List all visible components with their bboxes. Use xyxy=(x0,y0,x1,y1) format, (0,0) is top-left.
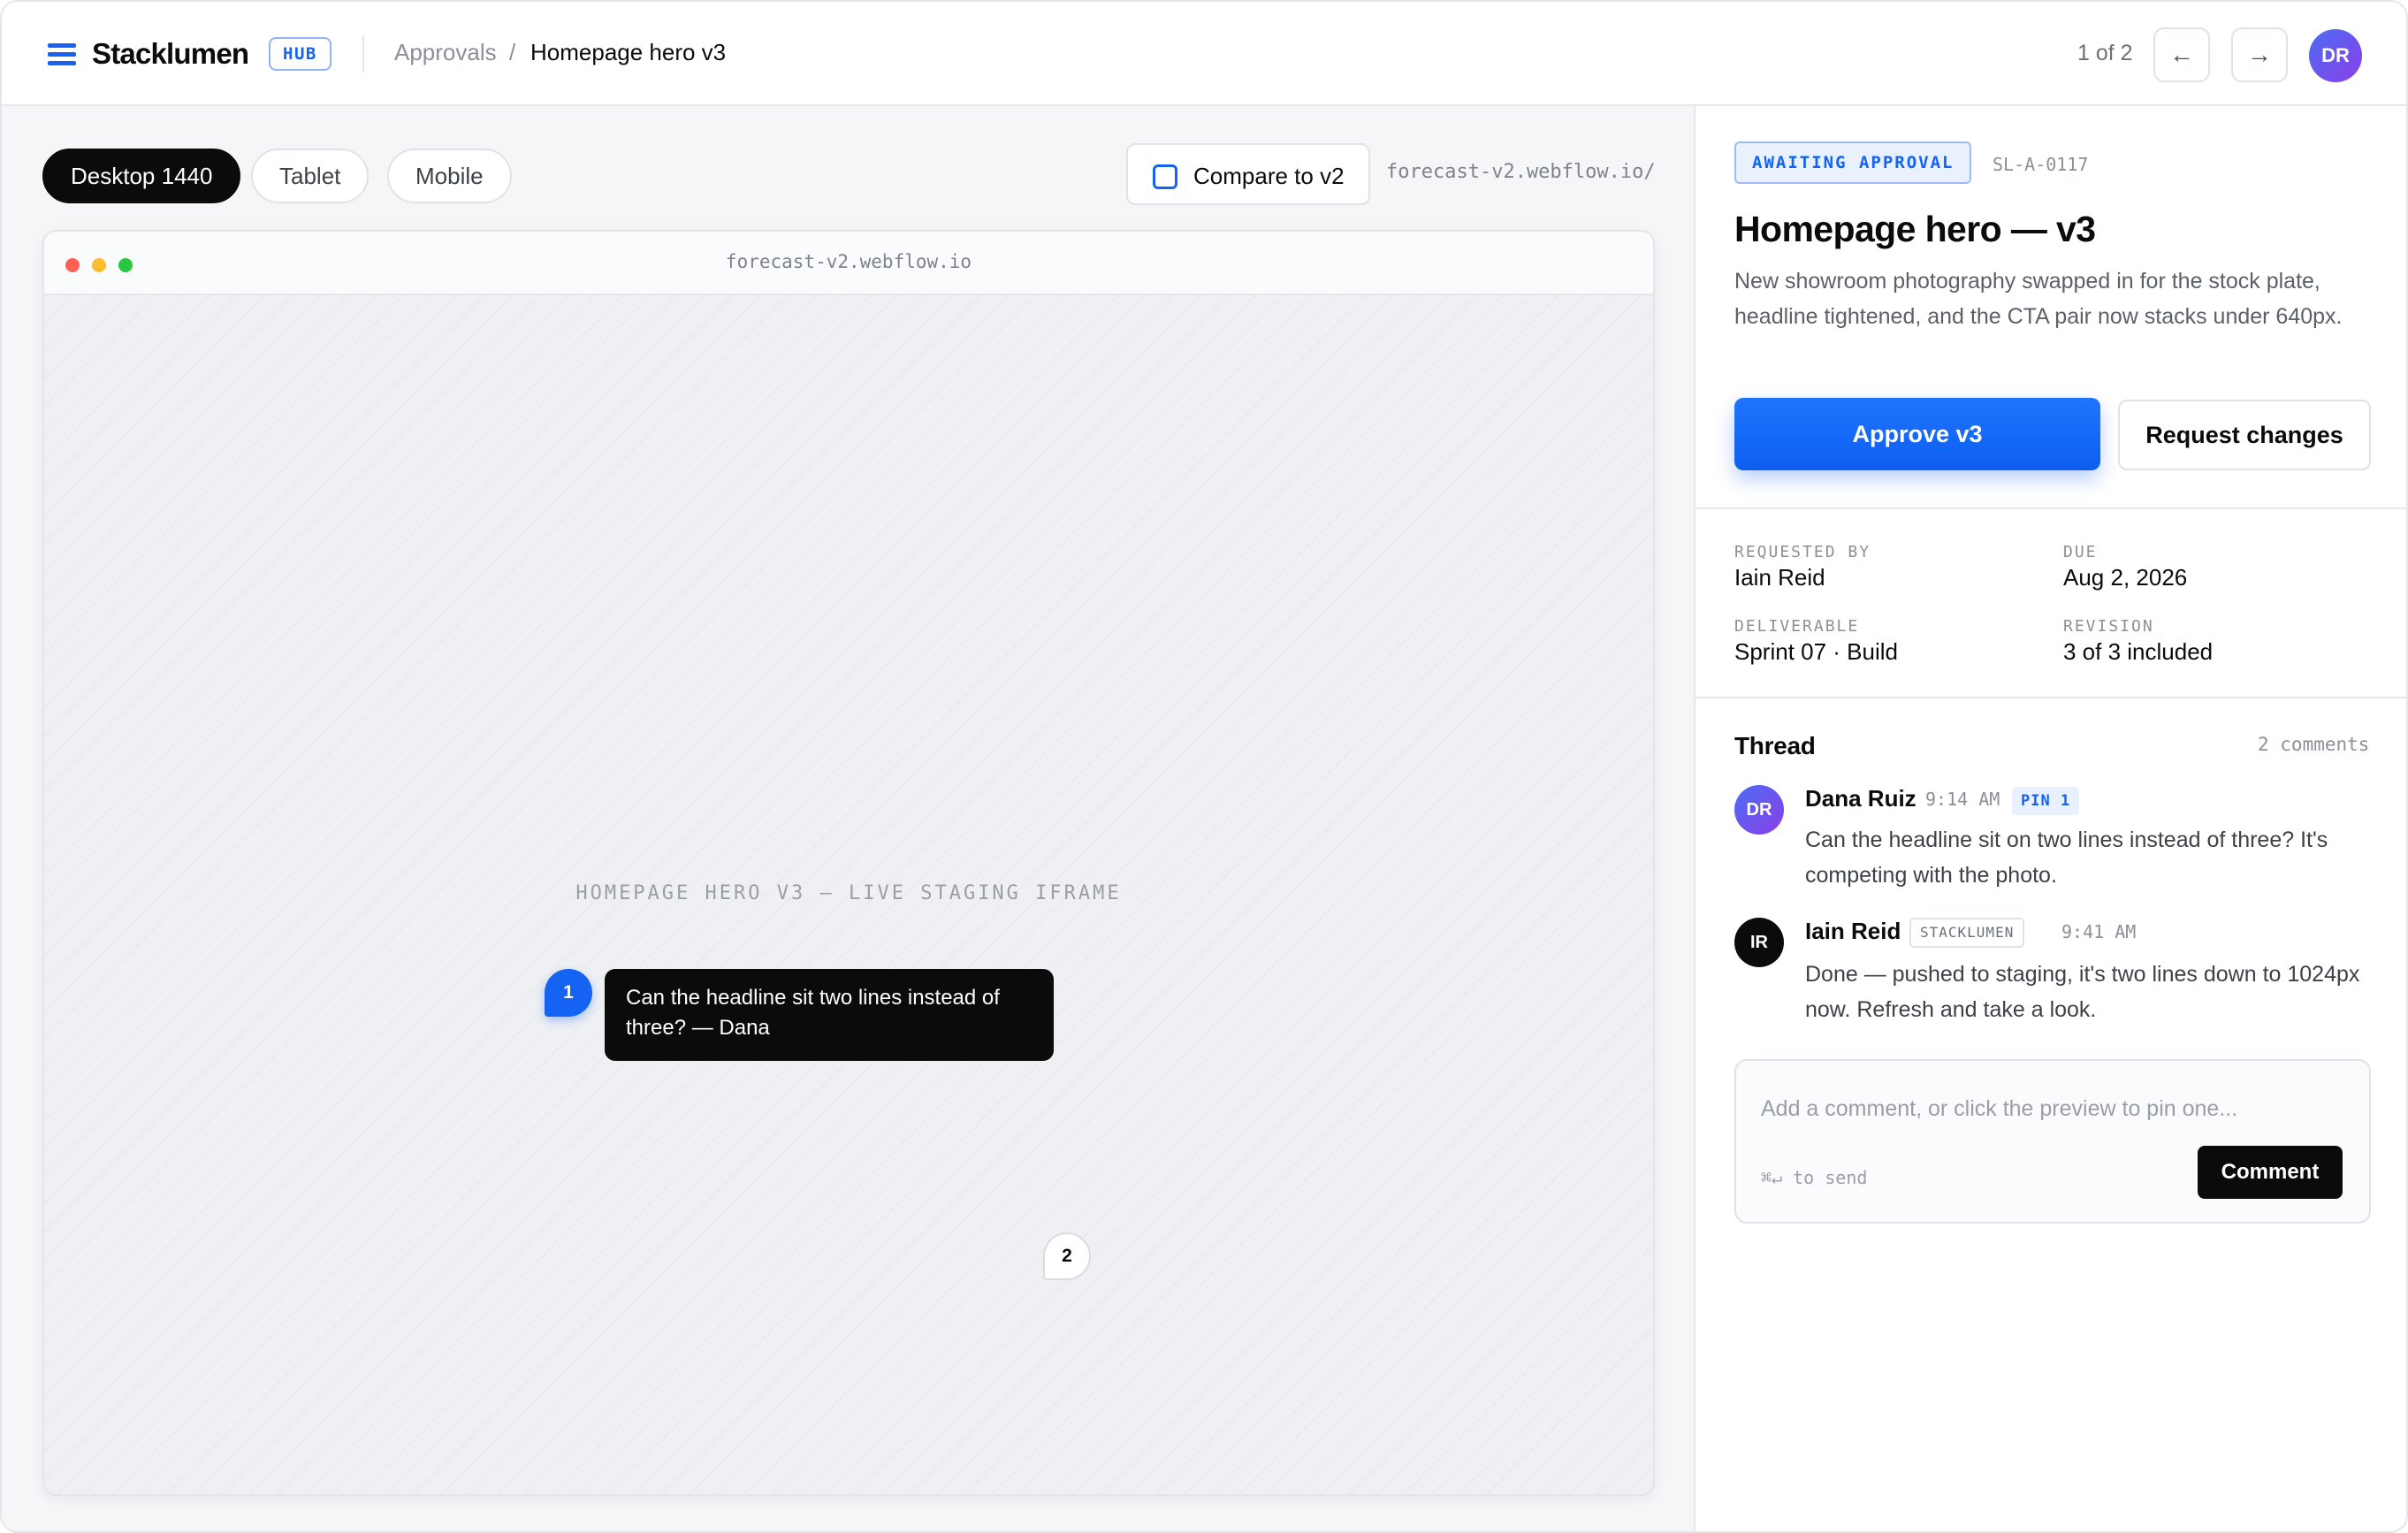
app-window: Stacklumen HUB Approvals / Homepage hero… xyxy=(0,0,2408,1533)
approve-button[interactable]: Approve v3 xyxy=(1734,398,2100,470)
compare-label: Compare to v2 xyxy=(1193,163,1345,189)
preview-url[interactable]: forecast-v2.webflow.io/ xyxy=(1386,161,1656,183)
preview-pane: Desktop 1440 Tablet Mobile Compare to v2… xyxy=(2,106,1694,1531)
status-badge: AWAITING APPROVAL xyxy=(1734,141,1972,184)
approval-title: Homepage hero — v3 xyxy=(1734,209,2096,249)
approval-description: New showroom photography swapped in for … xyxy=(1734,269,2343,329)
pin-tooltip: Can the headline sit two lines instead o… xyxy=(605,969,1054,1061)
request-changes-button[interactable]: Request changes xyxy=(2118,400,2371,470)
comment-button[interactable]: Comment xyxy=(2198,1146,2343,1199)
comment-pin-2[interactable]: 2 xyxy=(1043,1232,1091,1280)
breadcrumb-approvals[interactable]: Approvals xyxy=(394,39,497,66)
comment-count: 2 comments xyxy=(2258,734,2370,755)
revision-label: REVISION xyxy=(2063,617,2154,636)
deliverable-value: Sprint 07 · Build xyxy=(1734,638,1898,665)
send-shortcut-hint: ⌘↵ to send xyxy=(1761,1167,1868,1188)
comment-composer: ⌘↵ to send Comment xyxy=(1734,1059,2371,1224)
browser-url: forecast-v2.webflow.io xyxy=(725,251,972,272)
browser-chrome: forecast-v2.webflow.io xyxy=(44,232,1653,295)
hub-badge: HUB xyxy=(269,37,331,71)
browser-frame: forecast-v2.webflow.io HOMEPAGE HERO V3 … xyxy=(42,230,1655,1496)
viewport-desktop-button[interactable]: Desktop 1440 xyxy=(42,149,241,203)
approval-detail-panel: AWAITING APPROVAL SL-A-0117 Homepage her… xyxy=(1694,106,2406,1531)
staging-iframe[interactable]: HOMEPAGE HERO V3 — LIVE STAGING IFRAME 1… xyxy=(44,295,1653,1494)
brand-name[interactable]: Stacklumen xyxy=(92,37,249,71)
breadcrumb-current: Homepage hero v3 xyxy=(530,39,727,65)
requested-by-value: Iain Reid xyxy=(1734,564,1825,591)
section-divider xyxy=(1696,507,2406,509)
comment-author: Iain Reid xyxy=(1805,918,1901,944)
org-tag: STACKLUMEN xyxy=(1909,918,2025,948)
checkbox-icon[interactable] xyxy=(1153,164,1177,189)
top-bar: Stacklumen HUB Approvals / Homepage hero… xyxy=(2,2,2406,106)
iframe-placeholder-label: HOMEPAGE HERO V3 — LIVE STAGING IFRAME xyxy=(575,882,1122,904)
comment-body: Done — pushed to staging, it's two lines… xyxy=(1805,962,2360,1022)
header-divider xyxy=(362,35,364,72)
section-divider xyxy=(1696,697,2406,698)
arrow-left-icon[interactable]: ← xyxy=(2153,27,2210,82)
comment-time: 9:41 AM xyxy=(2061,921,2137,942)
deliverable-label: DELIVERABLE xyxy=(1734,617,1860,636)
hamburger-menu-icon[interactable] xyxy=(48,43,76,66)
avatar: DR xyxy=(1734,785,1784,835)
requested-by-label: REQUESTED BY xyxy=(1734,543,1871,561)
comment-time: 9:14 AM xyxy=(1925,789,2000,810)
comment-author: Dana Ruiz xyxy=(1805,785,1916,812)
ticket-id: SL-A-0117 xyxy=(1993,154,2089,175)
avatar: IR xyxy=(1734,918,1784,967)
pin-tag[interactable]: PIN 1 xyxy=(2012,787,2080,815)
due-label: DUE xyxy=(2063,543,2098,561)
thread-title: Thread xyxy=(1734,732,1816,759)
comment-pin-1[interactable]: 1 xyxy=(545,969,592,1017)
pager-count: 1 of 2 xyxy=(2077,41,2133,65)
arrow-right-icon[interactable]: → xyxy=(2231,27,2288,82)
due-value: Aug 2, 2026 xyxy=(2063,564,2188,591)
viewport-tablet-button[interactable]: Tablet xyxy=(251,149,370,203)
comment-body: Can the headline sit on two lines instea… xyxy=(1805,828,2328,888)
compare-toggle[interactable]: Compare to v2 xyxy=(1126,143,1370,205)
user-avatar[interactable]: DR xyxy=(2309,29,2362,82)
breadcrumb-separator: / xyxy=(509,39,516,65)
revision-value: 3 of 3 included xyxy=(2063,638,2214,665)
comment-input[interactable] xyxy=(1761,1093,2344,1125)
viewport-mobile-button[interactable]: Mobile xyxy=(387,149,512,203)
